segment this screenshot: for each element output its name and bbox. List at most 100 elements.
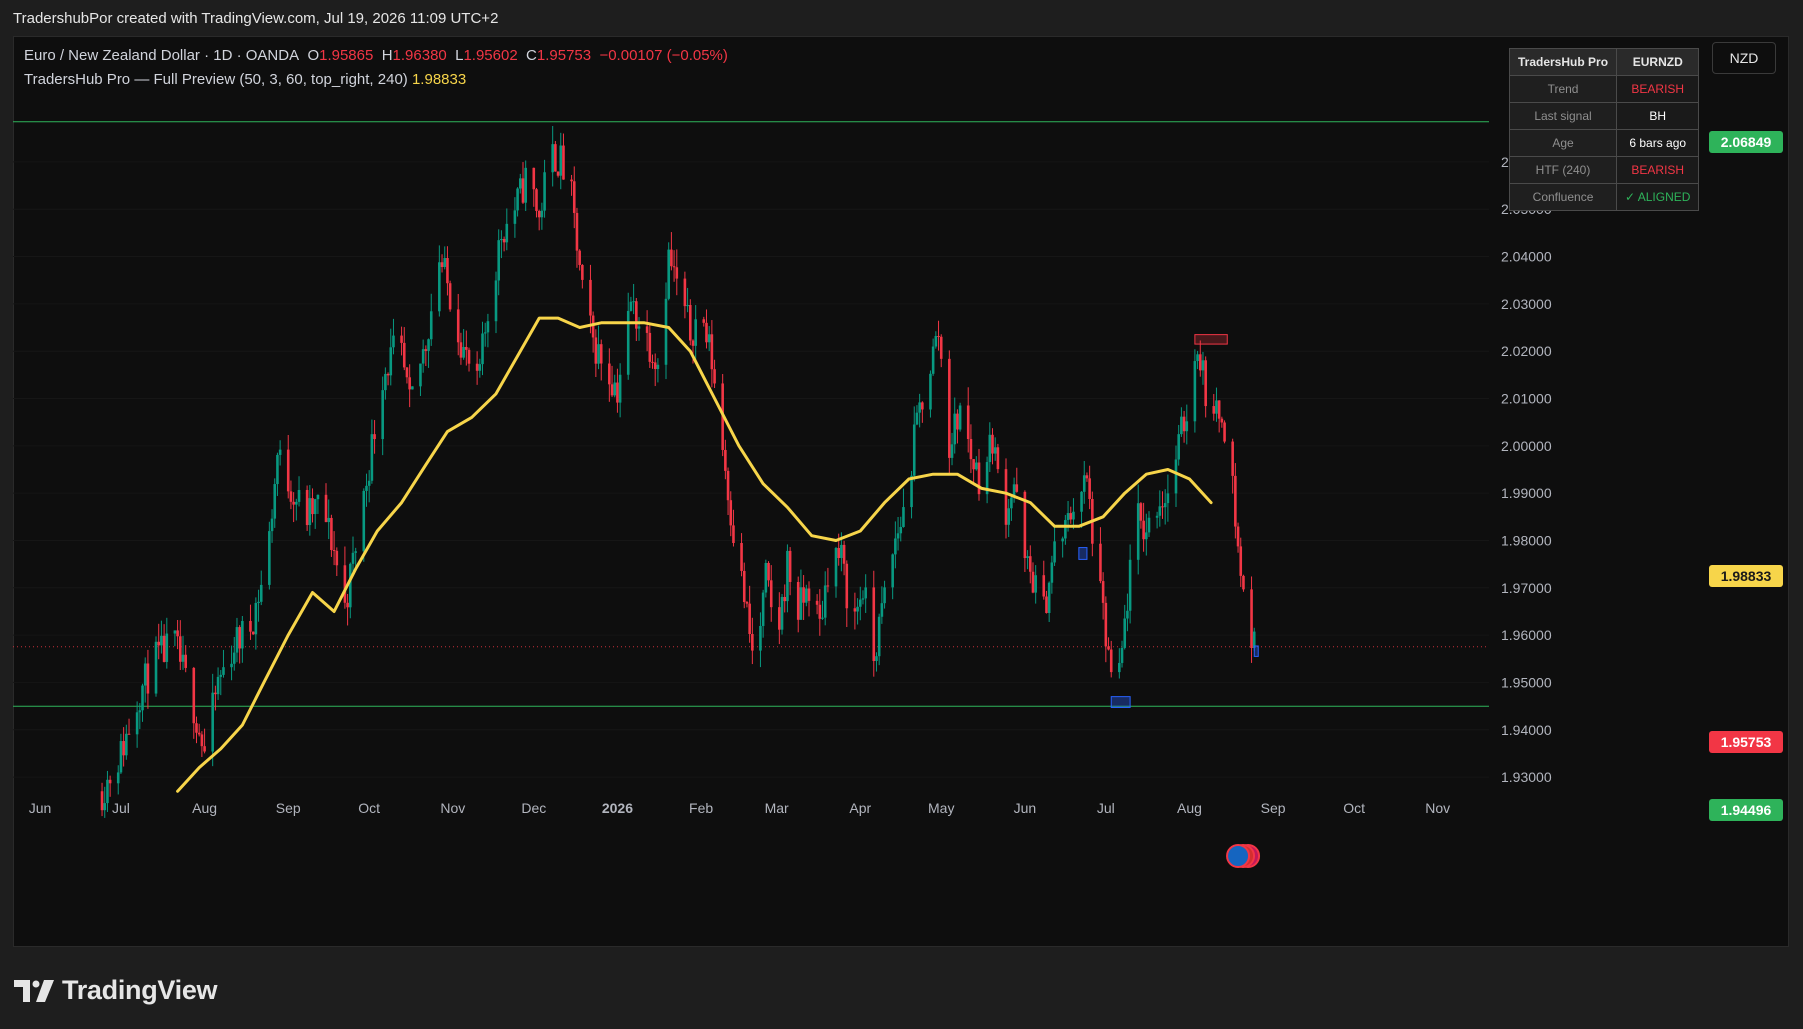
bearish-candle (966, 405, 970, 439)
bearish-candle (1212, 406, 1216, 414)
ema-layer (176, 316, 1213, 793)
bullish-candle (481, 333, 484, 365)
price-tick-label: 1.95000 (1501, 674, 1552, 690)
bearish-candle (332, 549, 336, 551)
bearish-candle (740, 543, 743, 571)
bearish-candle (616, 382, 619, 403)
bearish-candle (146, 663, 150, 694)
time-tick-label: Dec (521, 800, 546, 816)
currency-button[interactable]: NZD (1712, 42, 1776, 74)
bullish-candle (1120, 647, 1124, 663)
bearish-candle (651, 361, 654, 363)
bullish-candle (1010, 497, 1013, 509)
info-row-htf: HTF (240) BEARISH (1508, 156, 1700, 184)
bearish-candle (921, 402, 924, 410)
bullish-candle (362, 490, 366, 552)
info-row-last-signal: Last signal BH (1508, 102, 1700, 130)
bullish-candle (1155, 515, 1159, 518)
bullish-candle (950, 444, 954, 458)
bullish-candle (1174, 459, 1178, 494)
time-tick-label: May (928, 800, 954, 816)
bearish-candle (330, 517, 333, 550)
bearish-candle (1182, 416, 1186, 432)
price-axis[interactable]: 2.060002.050002.040002.030002.020002.010… (1501, 154, 1552, 785)
time-tick-label: Sep (1261, 800, 1286, 816)
bullish-candle (1193, 361, 1197, 422)
bearish-candle (575, 212, 579, 251)
bullish-candle (840, 544, 843, 559)
bearish-candle (594, 337, 598, 364)
bullish-candle (988, 434, 992, 463)
bearish-candle (238, 627, 241, 649)
bullish-candle (219, 674, 223, 677)
last-price-tag: 1.95753 (1709, 731, 1783, 753)
bullish-candle (667, 249, 671, 299)
bullish-candle (513, 210, 517, 224)
bearish-candle (748, 603, 751, 635)
bullish-candle (821, 617, 824, 619)
bearish-candle (818, 604, 822, 619)
bullish-candle (664, 298, 668, 365)
indicator-legend[interactable]: TradersHub Pro — Full Preview (50, 3, 60… (24, 71, 466, 88)
bearish-candle (672, 266, 676, 268)
bullish-candle (365, 485, 368, 491)
high-value: 1.96380 (392, 47, 447, 64)
bullish-candle (559, 145, 563, 176)
bullish-candle (1158, 506, 1162, 516)
bullish-candle (1066, 513, 1070, 521)
price-tick-label: 1.97000 (1501, 580, 1552, 596)
bullish-candle (486, 321, 490, 333)
indicator-info-table: TradersHub Pro EURNZD Trend BEARISH Last… (1508, 48, 1700, 211)
bearish-candle (157, 641, 161, 646)
bearish-candle (440, 262, 444, 268)
bearish-candle (554, 144, 557, 172)
bearish-candle (1099, 543, 1102, 582)
bearish-candle (405, 367, 409, 378)
bullish-candle (551, 144, 554, 173)
info-value: 6 bars ago (1616, 129, 1700, 157)
tradingview-brand[interactable]: TradingView (14, 975, 218, 1006)
bullish-candle (805, 588, 808, 603)
bullish-candle (931, 346, 935, 374)
bullish-candle (257, 601, 260, 603)
symbol-legend[interactable]: Euro / New Zealand Dollar · 1D · OANDA O… (24, 47, 728, 64)
time-axis[interactable]: Jun Jul Aug Sep Oct Nov Dec 2026 Feb Mar Apr May Jun… (29, 800, 1450, 816)
bullish-signal-box (1110, 696, 1131, 709)
price-tick-label: 2.00000 (1501, 438, 1552, 454)
bearish-candle (197, 732, 201, 735)
events-marker[interactable] (1226, 844, 1261, 868)
bullish-candle (1201, 360, 1205, 371)
bullish-candle (497, 240, 501, 281)
bullish-candle (1064, 520, 1067, 539)
time-tick-label: 2026 (602, 800, 633, 816)
bearish-candle (610, 384, 614, 396)
bearish-candle (996, 447, 1000, 470)
bearish-candle (335, 550, 339, 566)
bearish-candle (670, 249, 673, 267)
bullish-candle (629, 301, 633, 311)
bearish-candle (705, 322, 708, 343)
bearish-candle (1142, 520, 1145, 540)
bearish-candle (872, 587, 876, 662)
info-value: BEARISH (1616, 156, 1700, 184)
bullish-candle (761, 592, 765, 626)
info-value: ✓ ALIGNED (1616, 183, 1700, 211)
bearish-candle (292, 501, 295, 505)
bearish-candle (853, 608, 857, 612)
bearish-candle (1104, 602, 1108, 647)
bullish-candle (313, 499, 317, 515)
bearish-candle (127, 733, 131, 735)
indicator-name: TradersHub Pro — Full Preview (50, 3, 60… (24, 71, 408, 88)
bullish-candle (823, 585, 827, 618)
bearish-candle (972, 459, 975, 470)
bearish-candle (1161, 506, 1164, 508)
bullish-candle (834, 547, 838, 587)
bullish-candle (500, 238, 503, 241)
info-value: BH (1616, 102, 1700, 130)
bullish-candle (899, 527, 903, 534)
bearish-candle (446, 258, 449, 284)
bullish-candle (216, 676, 220, 695)
bullish-candle (864, 587, 867, 599)
bearish-candle (937, 335, 940, 337)
bullish-candle (861, 598, 865, 600)
